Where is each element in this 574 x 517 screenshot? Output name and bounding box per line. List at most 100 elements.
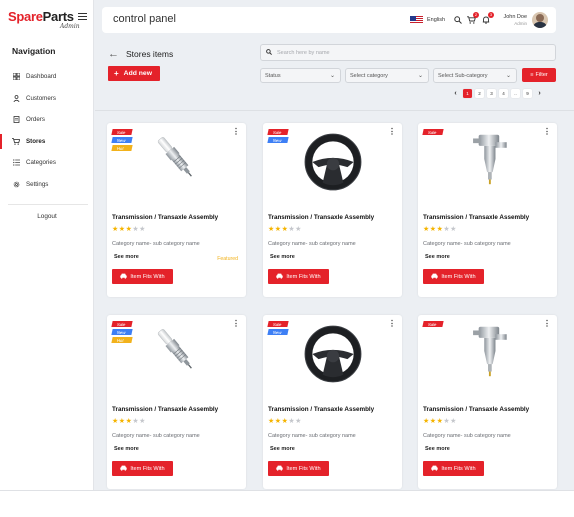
logout-link[interactable]: Logout <box>0 213 94 220</box>
add-new-button[interactable]: + Add new <box>108 66 160 81</box>
more-options-icon[interactable]: ⋮ <box>543 319 551 328</box>
page-button[interactable]: 3 <box>487 89 496 98</box>
badge-hot: Hot <box>111 145 133 151</box>
item-fits-with-button[interactable]: Item Fits With <box>423 461 484 476</box>
plus-icon: + <box>114 69 119 78</box>
star-icon: ★ <box>268 418 275 425</box>
star-icon: ★ <box>450 226 457 233</box>
chevron-down-icon: ⌄ <box>505 73 511 79</box>
injector-part-image <box>460 323 516 379</box>
star-icon: ★ <box>295 418 302 425</box>
star-icon: ★ <box>450 418 457 425</box>
section-title: Stores items <box>126 49 174 59</box>
item-fits-with-button[interactable]: Item Fits With <box>112 269 173 284</box>
sidebar-item-stores[interactable]: Stores <box>0 131 94 153</box>
car-icon <box>276 273 284 281</box>
previous-page-icon[interactable]: ‹ <box>451 89 460 98</box>
user-info[interactable]: John Doe Admin <box>499 14 527 26</box>
status-select[interactable]: Status ⌄ <box>260 68 341 83</box>
star-icon: ★ <box>274 418 282 425</box>
star-icon: ★ <box>268 226 275 233</box>
page-button[interactable]: 4 <box>499 89 508 98</box>
us-flag-icon <box>410 16 423 24</box>
badge-list: Sale <box>422 321 444 329</box>
cart-icon <box>12 137 20 145</box>
star-icon: ★ <box>423 226 430 233</box>
product-card[interactable]: Sale New ⋮ Transmission / Transaxle Assem… <box>263 315 402 489</box>
sidebar-item-settings[interactable]: Settings <box>0 174 94 196</box>
chevron-down-icon: ⌄ <box>329 73 335 79</box>
item-fits-with-label: Item Fits With <box>286 273 321 280</box>
page-heading: control panel <box>113 13 176 25</box>
search-icon[interactable] <box>453 15 463 25</box>
search-input[interactable] <box>277 49 537 56</box>
document-icon <box>12 116 20 124</box>
see-more-link[interactable]: See more <box>114 446 139 452</box>
filter-button[interactable]: ≡ Filter <box>522 68 556 82</box>
bell-icon[interactable]: 3 <box>481 12 494 25</box>
more-options-icon[interactable]: ⋮ <box>232 319 240 328</box>
sidebar-item-customers[interactable]: Customers <box>0 88 94 110</box>
product-card[interactable]: Sale New ⋮ Transmission / Transaxle Assem… <box>263 123 402 297</box>
more-options-icon[interactable]: ⋮ <box>232 127 240 136</box>
language-selector[interactable]: English <box>410 16 445 24</box>
star-icon: ★ <box>118 226 126 233</box>
footer-strip <box>0 490 574 517</box>
subcategory-select-value: Select Sub-category <box>438 72 488 79</box>
see-more-link[interactable]: See more <box>425 254 450 260</box>
star-icon: ★ <box>112 418 119 425</box>
see-more-link[interactable]: See more <box>270 446 295 452</box>
more-options-icon[interactable]: ⋮ <box>543 127 551 136</box>
see-more-link[interactable]: See more <box>114 254 139 260</box>
badge-sale: Sale <box>111 129 133 135</box>
category-select-value: Select category <box>350 72 388 79</box>
badge-list: Sale New <box>267 321 289 337</box>
list-icon <box>12 159 20 167</box>
product-name: Transmission / Transaxle Assembly <box>423 406 530 413</box>
subcategory-select[interactable]: Select Sub-category ⌄ <box>433 68 517 83</box>
sidebar-item-categories[interactable]: Categories <box>0 152 94 174</box>
back-arrow-icon[interactable]: ← <box>108 48 119 60</box>
sidebar-item-dashboard[interactable]: Dashboard <box>0 66 94 88</box>
user-icon <box>12 94 20 102</box>
product-category: Category name- sub category name <box>268 433 356 439</box>
product-card[interactable]: Sale New Hot ⋮ Transmission / Transaxle As… <box>107 315 246 489</box>
product-card[interactable]: Sale ⋮ Transmission / Transaxle Assembly… <box>418 315 557 489</box>
item-fits-with-button[interactable]: Item Fits With <box>268 461 329 476</box>
avatar[interactable] <box>532 12 548 28</box>
see-more-link[interactable]: See more <box>425 446 450 452</box>
category-select[interactable]: Select category ⌄ <box>345 68 429 83</box>
page-button[interactable]: 2 <box>475 89 484 98</box>
logo[interactable]: SpareParts Admin <box>8 9 80 30</box>
product-name: Transmission / Transaxle Assembly <box>112 406 219 413</box>
item-fits-with-button[interactable]: Item Fits With <box>268 269 329 284</box>
page-button[interactable]: 9 <box>523 89 532 98</box>
product-card[interactable]: Sale ⋮ Transmission / Transaxle Assembly… <box>418 123 557 297</box>
steering-wheel-image <box>302 323 364 385</box>
spark-plug-image <box>149 323 205 379</box>
search-icon <box>266 48 272 57</box>
sidebar-item-orders[interactable]: Orders <box>0 109 94 131</box>
star-icon: ★ <box>429 226 437 233</box>
page-button[interactable]: 1 <box>463 89 472 98</box>
rating-stars: ★★★★★ <box>268 225 302 233</box>
product-name: Transmission / Transaxle Assembly <box>268 214 375 221</box>
sidebar-item-label: Categories <box>26 159 56 167</box>
star-icon: ★ <box>295 226 302 233</box>
car-icon <box>431 273 439 281</box>
menu-toggle-icon[interactable] <box>78 13 87 20</box>
cart-badge: 2 <box>473 12 479 18</box>
item-fits-with-button[interactable]: Item Fits With <box>423 269 484 284</box>
cart-icon[interactable]: 2 <box>466 12 479 25</box>
more-options-icon[interactable]: ⋮ <box>388 127 396 136</box>
more-options-icon[interactable]: ⋮ <box>388 319 396 328</box>
product-card[interactable]: Sale New Hot ⋮ Transmission / Transaxle As… <box>107 123 246 297</box>
notification-badge: 3 <box>488 12 494 18</box>
item-fits-with-button[interactable]: Item Fits With <box>112 461 173 476</box>
see-more-link[interactable]: See more <box>270 254 295 260</box>
sidebar-item-label: Settings <box>26 180 49 188</box>
badge-list: Sale <box>422 129 444 137</box>
next-page-icon[interactable]: › <box>535 89 544 98</box>
nav-title: Navigation <box>12 46 56 56</box>
badge-new: New <box>111 329 133 335</box>
